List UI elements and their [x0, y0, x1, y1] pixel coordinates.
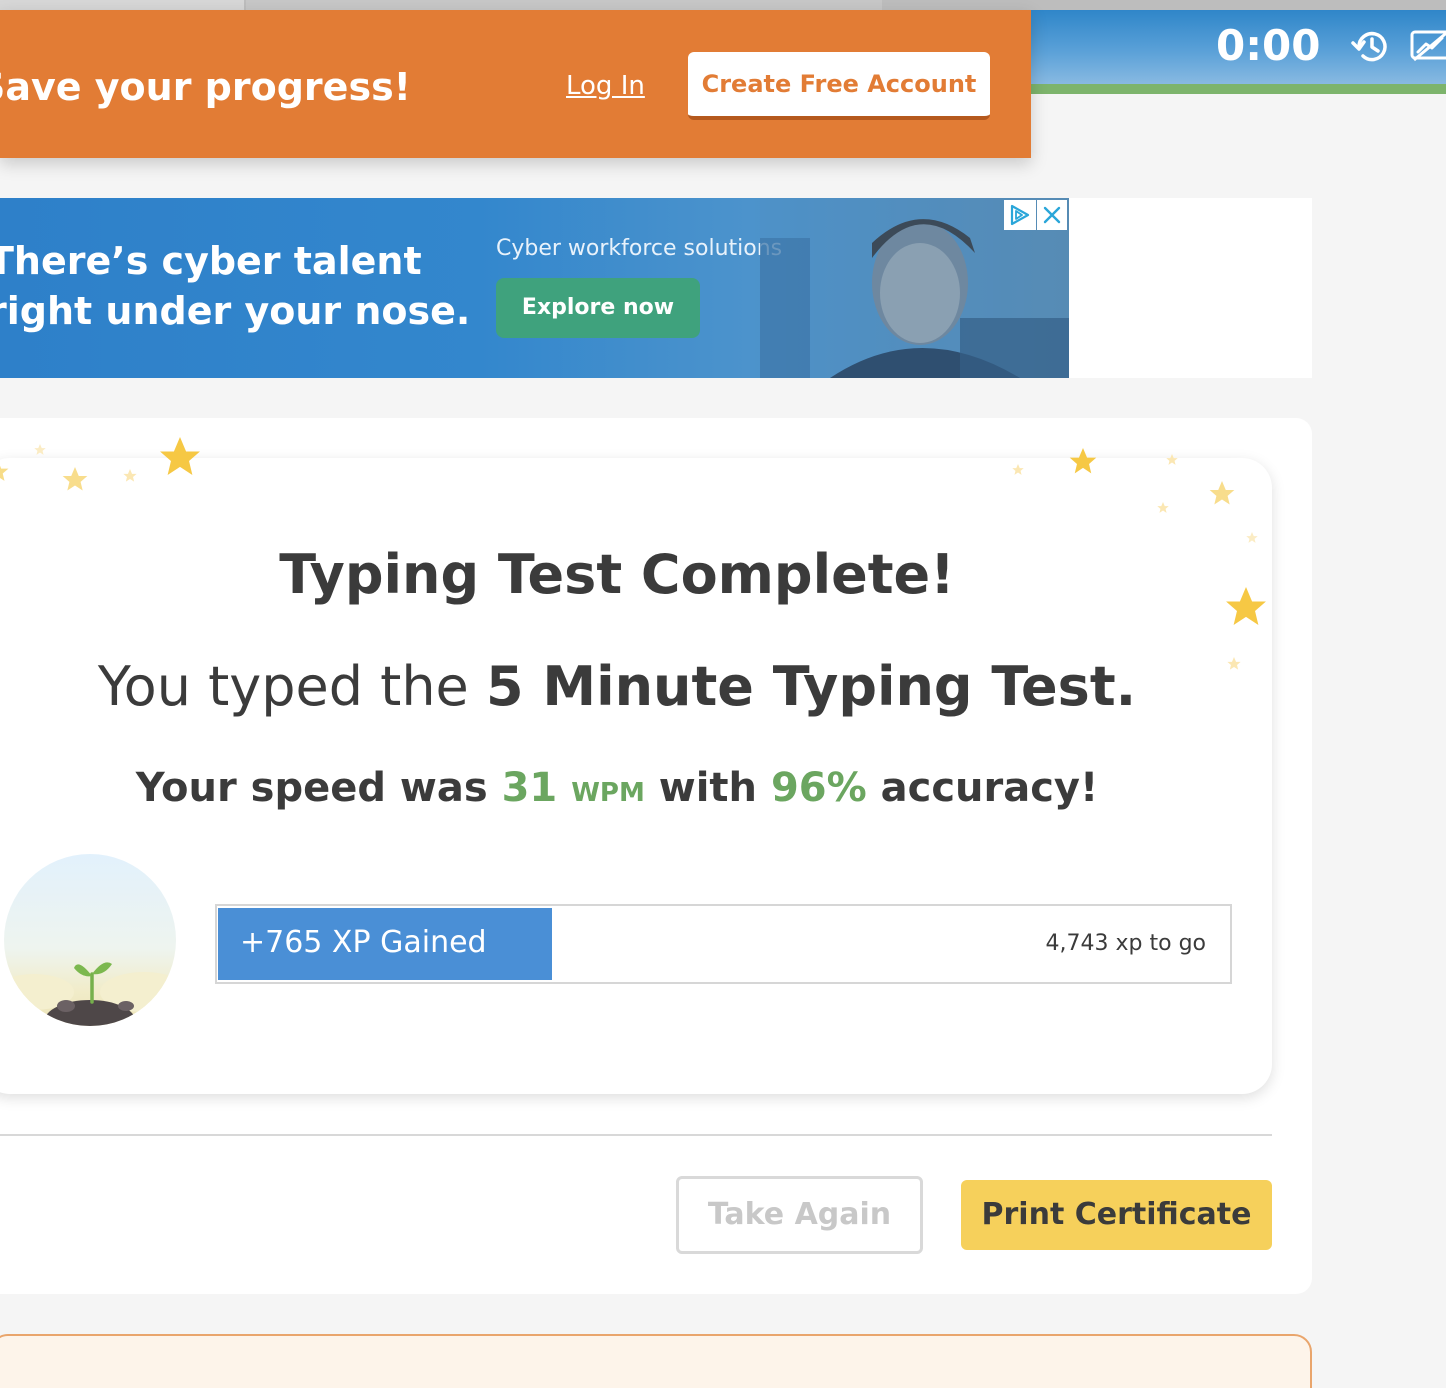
- xp-to-go-label: 4,743 xp to go: [1045, 931, 1206, 956]
- ad-choices-icon[interactable]: [1004, 200, 1036, 230]
- ad-close-icon[interactable]: [1037, 200, 1067, 230]
- history-icon[interactable]: [1350, 26, 1392, 68]
- with-text: with: [644, 765, 771, 811]
- timer-display: 0:00: [1216, 21, 1321, 70]
- speed-value: 31: [501, 765, 558, 811]
- speed-unit: WPM: [571, 778, 645, 808]
- save-progress-banner: Save your progress! Log In Create Free A…: [0, 10, 1031, 158]
- xp-gained-label: +765 XP Gained: [240, 925, 487, 960]
- chart-icon[interactable]: [1410, 28, 1446, 64]
- save-progress-text: Save your progress!: [0, 65, 412, 109]
- test-name-line: You typed the 5 Minute Typing Test.: [0, 652, 1234, 722]
- speed-prefix: Your speed was: [135, 765, 502, 811]
- ad-headline-line: right under your nose.: [0, 289, 471, 333]
- divider: [0, 1134, 1272, 1136]
- take-again-button[interactable]: Take Again: [676, 1176, 923, 1254]
- ad-explore-button[interactable]: Explore now: [496, 278, 700, 338]
- accuracy-value: 96%: [770, 765, 867, 811]
- accuracy-suffix: accuracy!: [866, 765, 1099, 811]
- browser-tab-strip: [0, 0, 1446, 10]
- ad-subtext: Cyber workforce solutions: [496, 236, 783, 261]
- test-name: 5 Minute Typing Test.: [485, 655, 1137, 718]
- level-avatar: [4, 854, 176, 1026]
- header-progress-strip: [1030, 84, 1446, 94]
- test-name-prefix: You typed the: [97, 655, 486, 718]
- speed-summary: Your speed was 31 WPM with 96% accuracy!: [0, 762, 1234, 814]
- ad-banner[interactable]: There’s cyber talent right under your no…: [0, 198, 1069, 378]
- result-title: Typing Test Complete!: [279, 543, 955, 606]
- create-account-button[interactable]: Create Free Account: [688, 52, 990, 120]
- login-link[interactable]: Log In: [566, 68, 645, 104]
- print-certificate-button[interactable]: Print Certificate: [961, 1180, 1272, 1250]
- ad-headline: There’s cyber talent right under your no…: [0, 236, 471, 336]
- browser-tab[interactable]: [246, 0, 882, 10]
- browser-tab[interactable]: [0, 0, 244, 10]
- notice-panel: [0, 1334, 1312, 1388]
- ad-headline-line: There’s cyber talent: [0, 239, 422, 283]
